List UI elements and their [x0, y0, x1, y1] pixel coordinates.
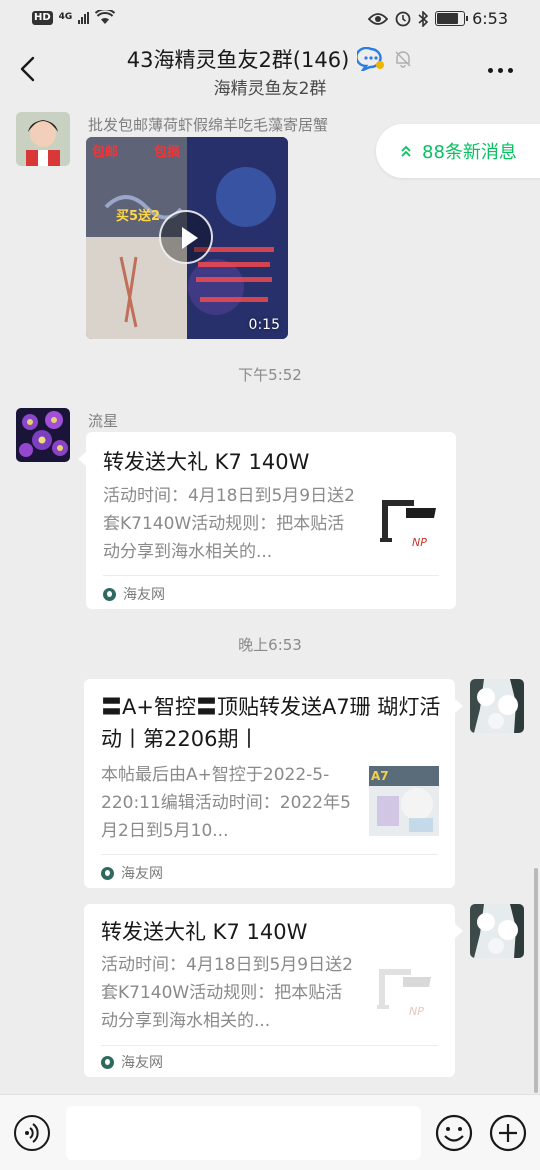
card-source: 海友网	[103, 584, 165, 604]
card-divider	[101, 854, 438, 855]
play-icon[interactable]	[159, 210, 213, 264]
more-dot-icon	[488, 67, 493, 73]
card-source: 海友网	[101, 1052, 163, 1072]
more-dot-icon	[498, 67, 503, 73]
alarm-icon	[395, 11, 411, 26]
status-right: 6:53	[368, 9, 508, 28]
input-bar	[0, 1094, 540, 1170]
card-source-name: 海友网	[123, 587, 165, 603]
video-overlay-text: 买5送2	[116, 209, 161, 224]
video-overlay-text: 包损	[154, 145, 181, 160]
avatar-girl-image	[16, 112, 70, 166]
card-description: 活动时间：4月18日到5月9日送2套K7140W活动规则：把本贴活动分享到海水相…	[103, 486, 355, 562]
signal-icon	[78, 11, 90, 24]
voice-input-button[interactable]	[14, 1115, 50, 1151]
avatar[interactable]	[470, 679, 524, 733]
plus-icon	[489, 1114, 527, 1152]
avatar[interactable]	[470, 904, 524, 958]
message-timestamp: 晚上6:53	[238, 636, 302, 654]
card-divider	[103, 575, 439, 576]
source-logo-icon	[101, 1055, 114, 1069]
status-bar: HD 4G 6:53	[0, 0, 540, 38]
message-timestamp: 下午5:52	[238, 366, 302, 384]
card-source-name: 海友网	[121, 1055, 163, 1071]
sender-name: 批发包邮薄荷虾假绵羊吃毛藻寄居蟹	[88, 116, 329, 134]
avatar[interactable]	[16, 112, 70, 166]
smiley-icon	[435, 1114, 473, 1152]
svg-text:NP: NP	[409, 1005, 424, 1018]
clock: 6:53	[472, 9, 508, 28]
battery-icon	[435, 11, 469, 26]
card-title: 〓A+智控〓顶贴转发送A7珊 瑚灯活动丨第2206期丨	[101, 695, 441, 751]
card-source-name: 海友网	[121, 866, 163, 882]
eye-icon	[368, 12, 389, 25]
link-card[interactable]: 转发送大礼 K7 140W 活动时间：4月18日到5月9日送2套K7140W活动…	[78, 432, 456, 609]
network-type: 4G	[58, 12, 73, 22]
chat-title[interactable]: 43海精灵鱼友2群(146)	[127, 44, 350, 74]
card-divider	[101, 1045, 438, 1046]
card-thumbnail-image: NP	[369, 959, 439, 1029]
emoji-button[interactable]	[434, 1113, 474, 1153]
avatar-snow-tree-image	[470, 679, 524, 733]
group-chat-icon	[357, 47, 385, 71]
double-chevron-up-icon	[401, 145, 411, 157]
scrollbar[interactable]	[534, 868, 538, 1093]
chat-header: 43海精灵鱼友2群(146) 海精灵鱼友2群	[0, 38, 540, 102]
sender-name: 流星	[88, 412, 119, 430]
svg-text:A7: A7	[371, 769, 389, 783]
more-options-button[interactable]	[488, 60, 518, 80]
more-dot-icon	[508, 67, 513, 73]
video-overlay-text: 包邮	[92, 145, 119, 160]
avatar[interactable]	[16, 408, 70, 462]
more-functions-button[interactable]	[488, 1113, 528, 1153]
video-duration: 0:15	[248, 317, 280, 333]
source-logo-icon	[101, 866, 114, 880]
card-source: 海友网	[101, 863, 163, 883]
link-card[interactable]: 转发送大礼 K7 140W 活动时间：4月18日到5月9日送2套K7140W活动…	[84, 904, 463, 1077]
card-description: 本帖最后由A+智控于2022-5-220:11编辑活动时间：2022年5月2日到…	[101, 765, 351, 841]
mute-bell-icon	[395, 51, 411, 68]
new-messages-label: 88条新消息	[422, 142, 517, 163]
message-input[interactable]	[66, 1106, 421, 1160]
voice-icon	[25, 1123, 39, 1143]
new-messages-button[interactable]: 88条新消息	[376, 124, 540, 178]
status-left: HD 4G	[32, 10, 116, 25]
card-thumbnail-image: A7	[369, 766, 439, 836]
card-thumbnail-image: NP	[374, 490, 444, 560]
source-logo-icon	[103, 587, 116, 601]
avatar-coral-image	[16, 408, 70, 462]
chat-title-row: 43海精灵鱼友2群(146)	[0, 44, 540, 74]
card-title: 转发送大礼 K7 140W	[101, 920, 308, 944]
link-card[interactable]: 〓A+智控〓顶贴转发送A7珊 瑚灯活动丨第2206期丨 本帖最后由A+智控于20…	[84, 679, 463, 888]
bluetooth-icon	[418, 10, 429, 27]
card-description: 活动时间：4月18日到5月9日送2套K7140W活动规则：把本贴活动分享到海水相…	[101, 955, 353, 1031]
svg-text:NP: NP	[412, 536, 427, 549]
chat-subtitle: 海精灵鱼友2群	[213, 79, 327, 99]
avatar-snow-tree-image	[470, 904, 524, 958]
card-title: 转发送大礼 K7 140W	[103, 450, 310, 474]
wifi-icon	[95, 10, 116, 24]
video-message[interactable]: 包邮 包损 买5送2 0:15	[86, 137, 288, 339]
hd-badge: HD	[32, 10, 53, 25]
